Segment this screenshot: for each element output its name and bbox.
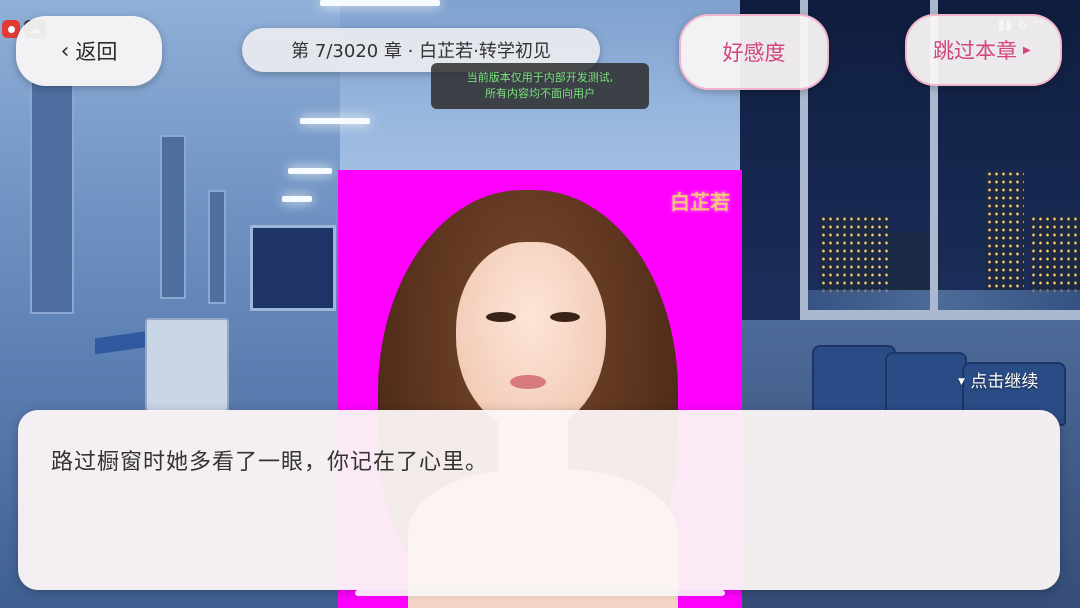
affection-button[interactable]: 好感度 — [679, 14, 829, 90]
continue-hint[interactable]: ▼ 点击继续 — [958, 367, 1038, 392]
character-eye — [486, 312, 516, 322]
dialogue-box[interactable]: 路过橱窗时她多看了一眼，你记在了心里。 — [18, 410, 1060, 590]
toast-line-2: 所有内容均不面向用户 — [485, 87, 595, 100]
building-lights — [1030, 215, 1080, 293]
ceiling-light — [282, 196, 312, 202]
character-lips — [510, 375, 546, 389]
door — [160, 135, 186, 299]
affection-label: 好感度 — [722, 41, 786, 65]
dev-build-toast: 当前版本仅用于内部开发测试, 所有内容均不面向用户 — [431, 63, 649, 109]
ceiling-light — [320, 0, 440, 6]
door — [208, 190, 226, 304]
corridor-end-window — [250, 225, 336, 311]
arrow-right-icon: ▶ — [1023, 44, 1031, 56]
home-indicator[interactable] — [355, 590, 725, 596]
chevron-left-icon: ‹ — [60, 38, 70, 64]
ceiling-light — [300, 118, 370, 124]
waiting-chair — [812, 345, 896, 419]
skip-label: 跳过本章 — [933, 39, 1017, 63]
chapter-title-text: 第 7/3020 章 · 白芷若·转学初见 — [291, 41, 551, 62]
skip-chapter-button[interactable]: 跳过本章 ▶ — [905, 14, 1062, 86]
character-face — [456, 242, 606, 432]
building-lights — [820, 215, 890, 295]
building-lights — [986, 170, 1024, 292]
back-button[interactable]: ‹ 返回 — [16, 16, 162, 86]
toast-line-1: 当前版本仅用于内部开发测试, — [466, 71, 614, 84]
window-frame — [800, 310, 1080, 320]
triangle-down-icon: ▼ — [958, 377, 965, 387]
back-label: 返回 — [75, 40, 118, 64]
medical-cart — [145, 318, 229, 412]
dialogue-text: 路过橱窗时她多看了一眼，你记在了心里。 — [51, 450, 489, 475]
continue-hint-label: 点击继续 — [970, 372, 1039, 392]
character-eye — [550, 312, 580, 322]
character-name-tag: 白芷若 — [670, 190, 730, 214]
ceiling-light — [288, 168, 332, 174]
door — [30, 80, 74, 314]
